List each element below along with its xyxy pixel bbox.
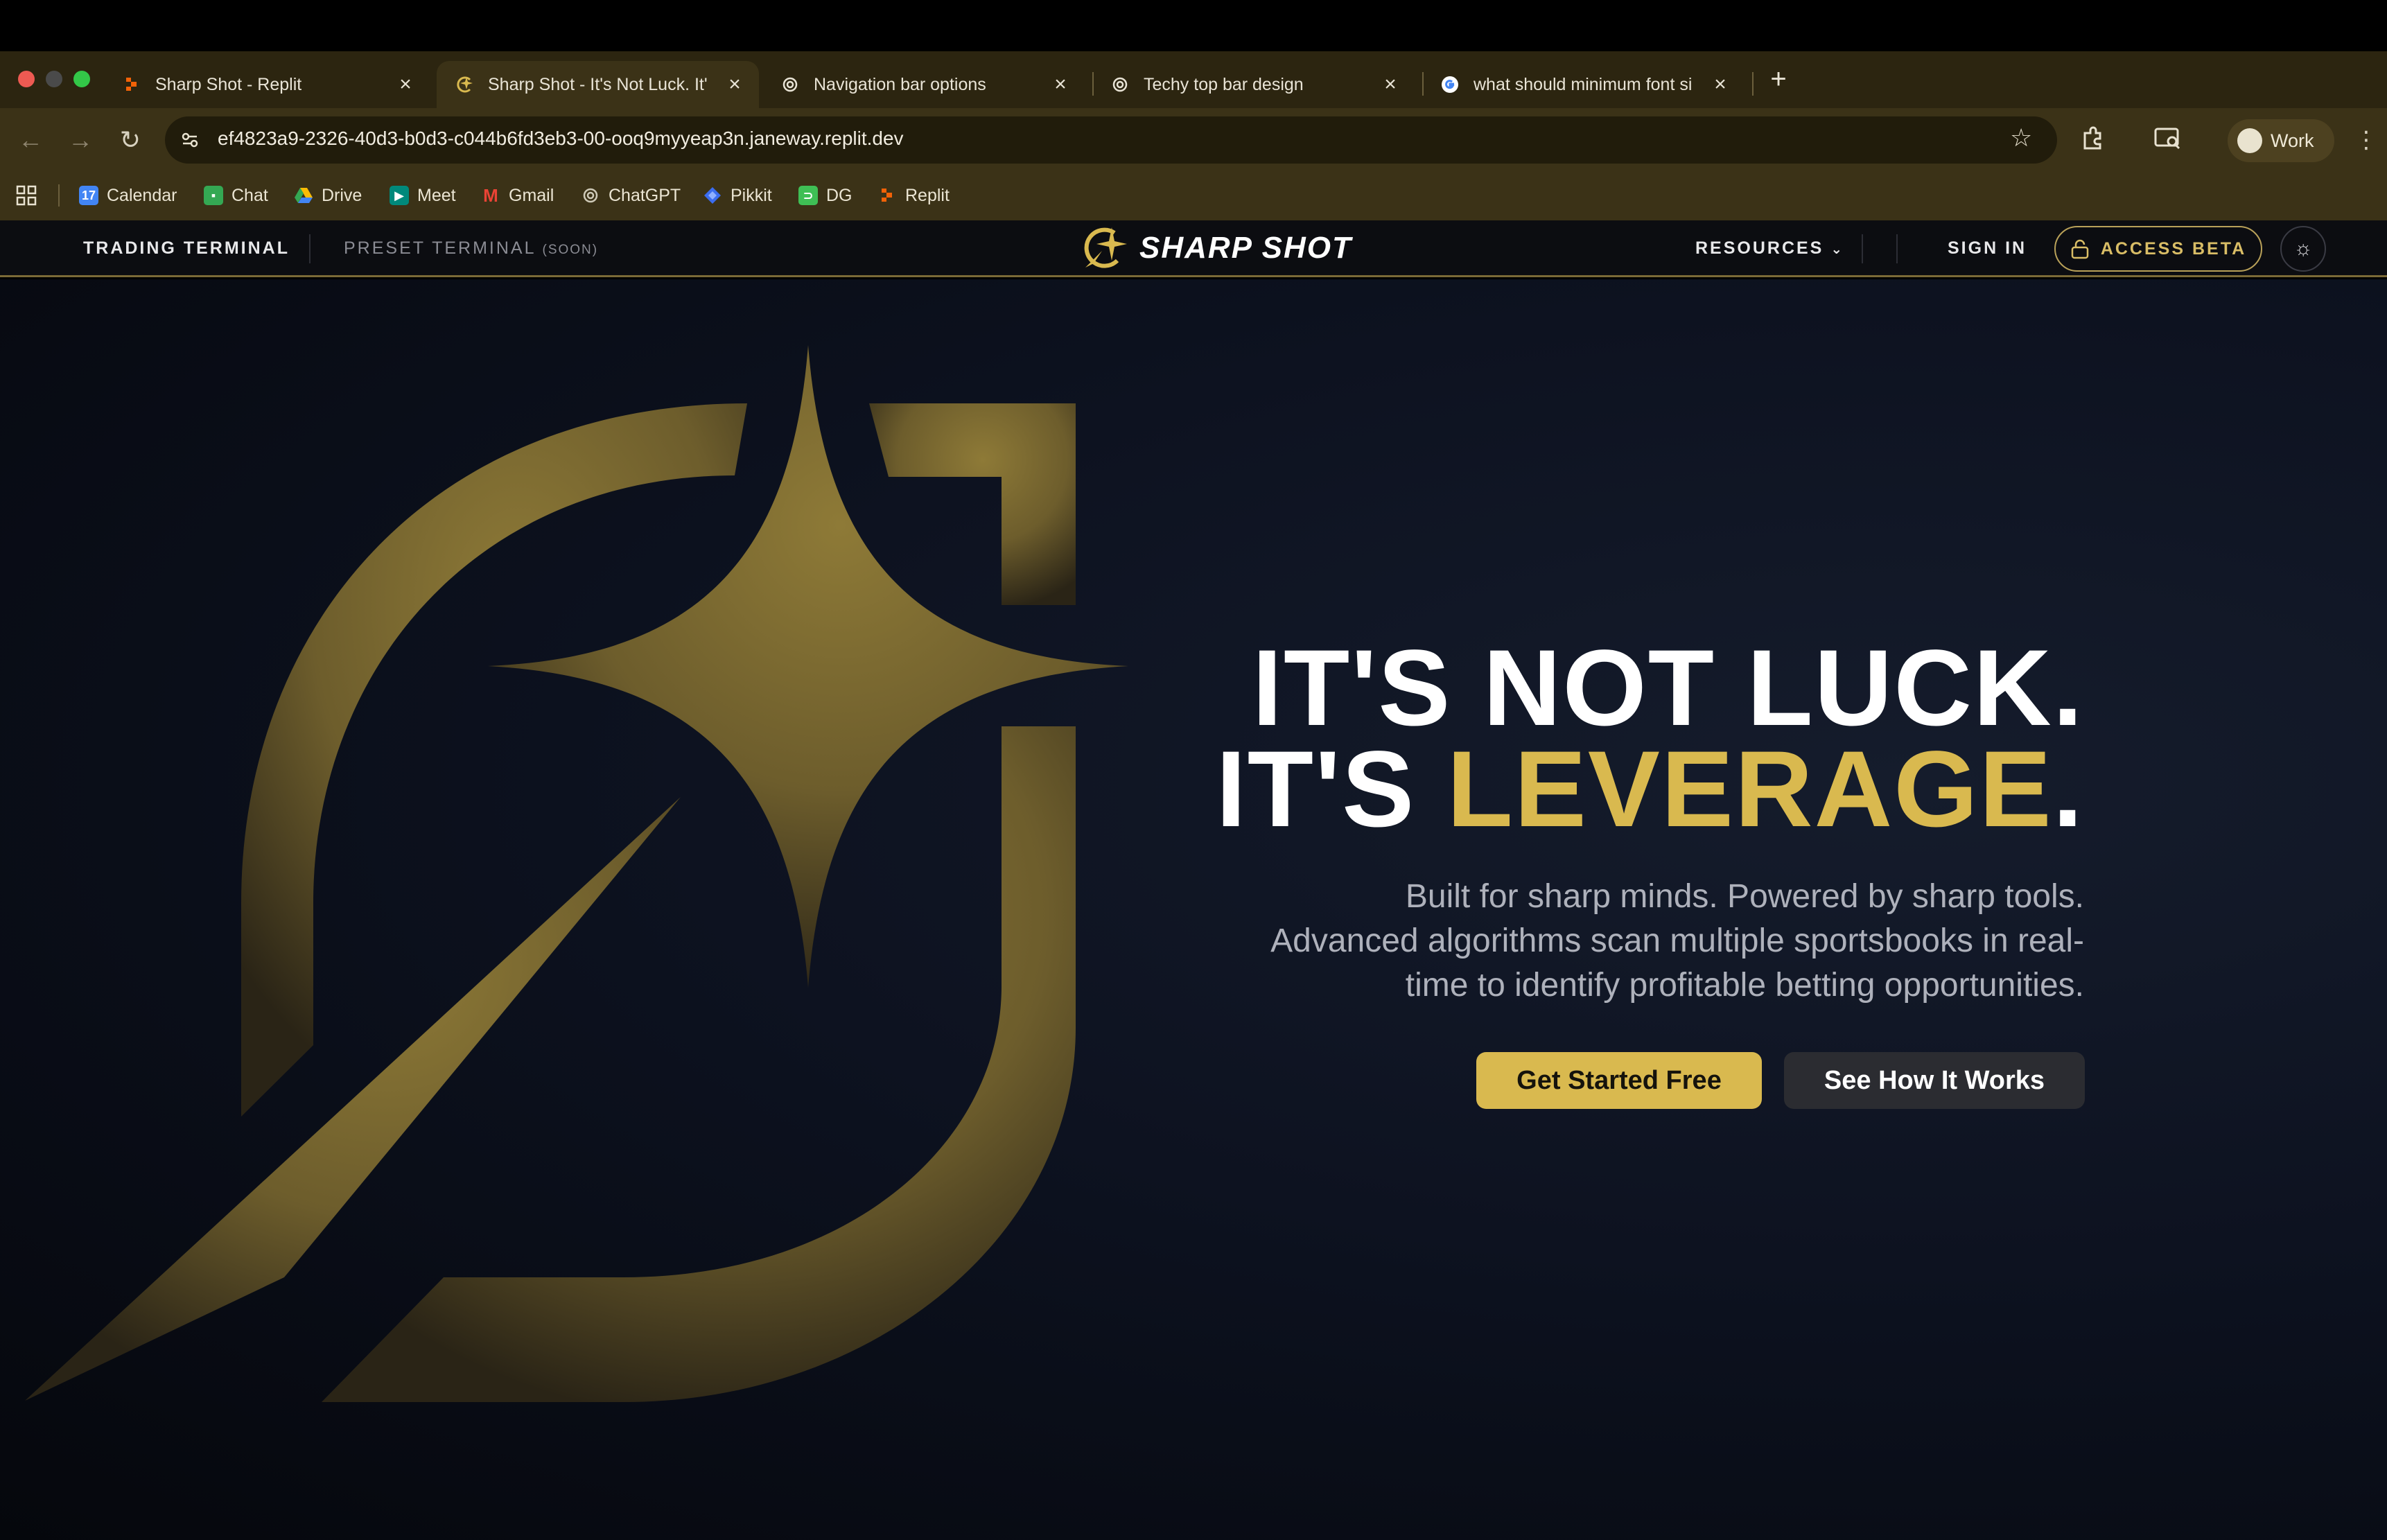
bookmark-star-icon[interactable]: ☆	[2010, 123, 2032, 152]
browser-tab[interactable]: Sharp Shot - Replit ×	[104, 61, 430, 108]
bookmark-label: Gmail	[509, 185, 554, 205]
chatgpt-icon	[780, 75, 800, 94]
bookmark-drive[interactable]: Drive	[294, 183, 362, 208]
headline-line-2: IT'S LEVERAGE.	[1216, 735, 2084, 843]
theme-toggle-button[interactable]: ☼	[2280, 226, 2326, 272]
bookmark-label: Pikkit	[731, 185, 772, 205]
minimize-window-button[interactable]	[46, 71, 62, 87]
close-window-button[interactable]	[18, 71, 35, 87]
subtext-line: Built for sharp minds. Powered by sharp …	[1405, 878, 2084, 915]
browser-menu-icon[interactable]: ⋮	[2350, 123, 2383, 157]
bookmark-chatgpt[interactable]: ChatGPT	[581, 183, 681, 208]
pikkit-icon	[703, 186, 722, 205]
bookmark-calendar[interactable]: 17 Calendar	[79, 183, 177, 208]
nav-resources[interactable]: RESOURCES ⌄	[1695, 238, 1844, 259]
browser-tab[interactable]: what should minimum font si ×	[1422, 61, 1745, 108]
site-settings-icon[interactable]	[179, 129, 201, 151]
browser-tab[interactable]: Techy top bar design ×	[1092, 61, 1415, 108]
subtext-line: Advanced algorithms scan multiple sports…	[1270, 922, 2084, 959]
see-how-it-works-button[interactable]: See How It Works	[1784, 1052, 2085, 1109]
brand-name: SHARP SHOT	[1139, 231, 1352, 265]
nav-separator	[1862, 234, 1863, 263]
nav-trading-terminal[interactable]: TRADING TERMINAL	[83, 238, 290, 259]
meet-icon: ▶	[390, 186, 409, 205]
close-tab-icon[interactable]: ×	[724, 73, 745, 96]
bookmark-pikkit[interactable]: Pikkit	[703, 183, 772, 208]
brand-logo[interactable]: SHARP SHOT	[1081, 226, 1352, 270]
bookmark-label: Meet	[417, 185, 456, 205]
browser-tab-active[interactable]: Sharp Shot - It's Not Luck. It' ×	[437, 61, 759, 108]
bookmark-label: Replit	[905, 185, 950, 205]
headline-suffix: .	[2052, 729, 2084, 850]
avatar	[2237, 128, 2262, 153]
bookmark-label: Drive	[322, 185, 362, 205]
sharp-shot-hero-logo	[25, 345, 1128, 1402]
url-text[interactable]: ef4823a9-2326-40d3-b0d3-c044b6fd3eb3-00-…	[218, 128, 904, 150]
cast-icon[interactable]	[2153, 125, 2183, 152]
back-arrow-icon[interactable]: ←	[14, 123, 47, 157]
sharp-shot-icon	[455, 75, 474, 94]
bookmark-meet[interactable]: ▶ Meet	[390, 183, 456, 208]
tab-title: what should minimum font si	[1474, 74, 1693, 94]
nav-preset-label: PRESET TERMINAL	[344, 238, 536, 258]
extensions-icon[interactable]	[2079, 125, 2107, 152]
resources-label: RESOURCES	[1695, 238, 1824, 258]
bookmark-separator	[58, 184, 60, 207]
bookmark-replit[interactable]: Replit	[877, 183, 950, 208]
close-tab-icon[interactable]: ×	[1050, 73, 1071, 96]
lock-icon	[2071, 239, 2089, 259]
new-tab-button[interactable]: +	[1765, 64, 1792, 95]
chat-icon: ▪	[204, 186, 223, 205]
bookmark-gmail[interactable]: M Gmail	[481, 183, 554, 208]
dg-icon: ⊃	[798, 186, 818, 205]
google-icon	[1440, 75, 1460, 94]
nav-separator	[1896, 234, 1898, 263]
bookmark-chat[interactable]: ▪ Chat	[204, 183, 268, 208]
drive-icon	[294, 186, 313, 205]
bookmark-label: Chat	[231, 185, 268, 205]
get-started-button[interactable]: Get Started Free	[1476, 1052, 1762, 1109]
maximize-window-button[interactable]	[73, 71, 90, 87]
headline-line-1: IT'S NOT LUCK.	[1252, 628, 2084, 749]
tab-title: Techy top bar design	[1144, 74, 1304, 94]
sharp-shot-logo-icon	[1084, 227, 1127, 268]
sign-in-link[interactable]: SIGN IN	[1948, 238, 2027, 259]
close-tab-icon[interactable]: ×	[395, 73, 416, 96]
reload-icon[interactable]: ↻	[114, 123, 147, 157]
replit-icon	[877, 186, 897, 205]
bookmark-dg[interactable]: ⊃ DG	[798, 183, 852, 208]
profile-button[interactable]: Work	[2228, 119, 2334, 162]
hero-headline: IT'S NOT LUCK. IT'S LEVERAGE.	[1216, 628, 2084, 843]
headline-highlight: LEVERAGE	[1446, 729, 2053, 850]
calendar-icon: 17	[79, 186, 98, 205]
chatgpt-icon	[581, 186, 600, 205]
tab-separator	[1752, 72, 1754, 96]
replit-icon	[122, 75, 141, 94]
tab-title: Navigation bar options	[814, 74, 986, 94]
browser-tab[interactable]: Navigation bar options ×	[762, 61, 1085, 108]
sun-icon: ☼	[2293, 237, 2313, 260]
nav-preset-terminal[interactable]: PRESET TERMINAL (SOON)	[344, 238, 598, 259]
headline-prefix: IT'S	[1216, 729, 1447, 850]
close-tab-icon[interactable]: ×	[1380, 73, 1401, 96]
apps-grid-icon[interactable]	[15, 184, 37, 207]
close-tab-icon[interactable]: ×	[1710, 73, 1731, 96]
nav-separator	[309, 234, 311, 263]
subtext-line: time to identify profitable betting oppo…	[1405, 967, 2084, 1004]
bookmark-label: Calendar	[107, 185, 177, 205]
chevron-down-icon: ⌄	[1830, 242, 1845, 257]
hero-subtext: Built for sharp minds. Powered by sharp …	[1142, 875, 2084, 1008]
profile-label: Work	[2271, 130, 2314, 151]
gmail-icon: M	[483, 184, 498, 206]
tab-title: Sharp Shot - Replit	[155, 74, 302, 94]
tab-title: Sharp Shot - It's Not Luck. It'	[488, 74, 708, 94]
bookmark-label: ChatGPT	[609, 185, 681, 205]
forward-arrow-icon[interactable]: →	[64, 123, 97, 157]
bookmark-label: DG	[826, 185, 852, 205]
window-top-strip	[0, 0, 2387, 51]
chatgpt-icon	[1110, 75, 1130, 94]
access-beta-label: ACCESS BETA	[2100, 238, 2247, 259]
soon-badge: (SOON)	[542, 243, 599, 257]
access-beta-button[interactable]: ACCESS BETA	[2054, 226, 2262, 272]
